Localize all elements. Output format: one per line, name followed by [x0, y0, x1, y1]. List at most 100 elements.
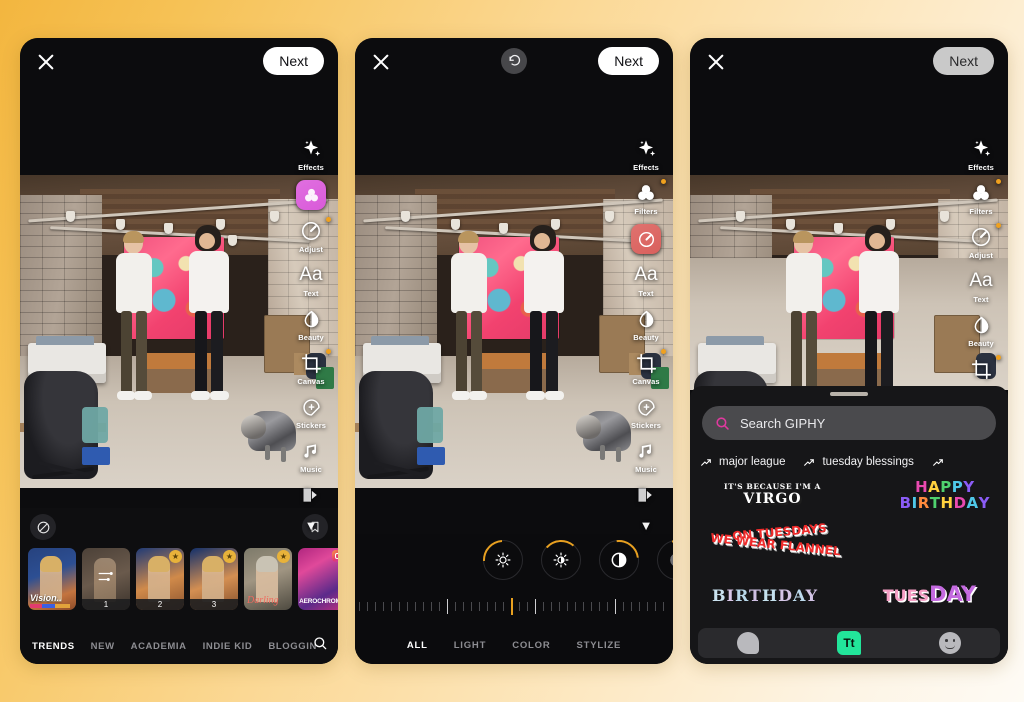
- tool-label: Filters: [969, 207, 993, 216]
- tool-stickers[interactable]: Stickers: [289, 394, 333, 430]
- giphy-text-tab[interactable]: Tt: [837, 631, 861, 655]
- tool-filters[interactable]: Filters: [959, 179, 1003, 216]
- trending-chip-more[interactable]: [932, 456, 951, 469]
- dog-head: [576, 415, 601, 439]
- tool-beauty[interactable]: Beauty: [624, 306, 668, 342]
- emoji-tab[interactable]: [939, 632, 961, 654]
- revert-icon[interactable]: [501, 48, 527, 74]
- sticker-tuesday[interactable]: TUESDAY: [883, 582, 976, 606]
- tool-adjust[interactable]: Adjust: [624, 224, 668, 254]
- track-lamp: [834, 223, 843, 234]
- tool-label: Effects: [633, 163, 659, 172]
- sticker-text: ON TUESDAYS WE WEAR FLANNEL: [710, 521, 845, 558]
- person-shoe: [545, 391, 564, 400]
- tool-text[interactable]: Aa Text: [624, 262, 668, 298]
- filter-thumb-2[interactable]: ★ 2: [136, 548, 184, 610]
- chevron-down-icon[interactable]: ▼: [640, 518, 653, 533]
- crop-icon: [968, 356, 994, 382]
- dial-saturation[interactable]: [649, 532, 673, 588]
- sticker-flannel[interactable]: ON TUESDAYS WE WEAR FLANNEL: [710, 521, 845, 558]
- topbar-1: Next: [20, 38, 338, 86]
- tool-effects[interactable]: Effects: [289, 136, 333, 172]
- tool-stickers[interactable]: Stickers: [624, 394, 668, 430]
- drag-handle[interactable]: [830, 392, 868, 396]
- next-button[interactable]: Next: [933, 47, 994, 75]
- dial-contrast[interactable]: [590, 531, 648, 589]
- adjust-category-tabs: ALL LIGHT COLOR STYLIZE: [355, 634, 673, 656]
- beauty-icon: [633, 306, 659, 332]
- tool-effects[interactable]: Effects: [624, 136, 668, 172]
- tool-music[interactable]: Music: [289, 438, 333, 474]
- tool-text[interactable]: Aa Text: [959, 268, 1003, 304]
- tool-music[interactable]: Music: [624, 438, 668, 474]
- tool-filters[interactable]: Filters: [624, 179, 668, 216]
- adjust-slider[interactable]: [355, 596, 673, 618]
- filter-category-new[interactable]: NEW: [91, 641, 115, 652]
- tool-label: Canvas: [632, 377, 660, 386]
- tt-icon: Tt: [837, 631, 861, 655]
- thumb-figure-hair: [256, 556, 278, 572]
- person-shirt: [524, 251, 564, 313]
- filter-thumb-1[interactable]: 1: [82, 548, 130, 610]
- next-button[interactable]: Next: [263, 47, 324, 75]
- close-icon[interactable]: [34, 50, 58, 74]
- person-shirt: [116, 253, 152, 313]
- tool-adjust[interactable]: Adjust: [959, 223, 1003, 260]
- tool-canvas[interactable]: [959, 355, 1003, 382]
- person-leg: [195, 311, 207, 395]
- person-right: [186, 225, 236, 433]
- chevron-down-icon[interactable]: ▼: [305, 518, 318, 533]
- sticker-virgo[interactable]: IT'S BECAUSE I'M A VIRGO: [724, 482, 821, 507]
- close-icon[interactable]: [704, 50, 728, 74]
- tool-adjust[interactable]: Adjust: [289, 217, 333, 254]
- search-placeholder: Search GIPHY: [740, 415, 826, 431]
- tool-export[interactable]: [624, 482, 668, 508]
- tool-export[interactable]: [289, 482, 333, 508]
- topbar-2: Next: [355, 38, 673, 86]
- filter-thumb-vision[interactable]: Vision..: [28, 548, 76, 610]
- tool-filters[interactable]: Filters: [289, 180, 333, 210]
- dial-icon: [298, 218, 324, 244]
- adjust-category-color[interactable]: COLOR: [512, 640, 550, 651]
- filter-thumb-3[interactable]: ★ 3: [190, 548, 238, 610]
- tool-label: Text: [973, 295, 989, 304]
- tool-canvas[interactable]: Canvas: [289, 349, 333, 386]
- filter-thumb-aerochrome[interactable]: AEROCHROME: [298, 548, 338, 610]
- sticker-birthday[interactable]: BIRTHDAY: [712, 586, 818, 605]
- person-leg: [121, 311, 132, 395]
- filters-icon: [968, 180, 994, 206]
- track-lamp: [116, 219, 125, 230]
- search-icon[interactable]: [312, 635, 328, 656]
- sticker-happy-birthday[interactable]: HAPPY BIRTHDAY: [900, 479, 990, 512]
- tool-beauty[interactable]: Beauty: [289, 306, 333, 342]
- next-button[interactable]: Next: [598, 47, 659, 75]
- dial-brightness[interactable]: [474, 531, 532, 589]
- track-lamp: [66, 211, 75, 222]
- search-input[interactable]: Search GIPHY: [702, 406, 996, 440]
- sticker-tab[interactable]: [737, 632, 759, 654]
- dial-exposure[interactable]: [539, 538, 583, 582]
- sheet-tabbar: Tt: [698, 628, 1000, 658]
- tool-beauty[interactable]: Beauty: [959, 312, 1003, 348]
- trending-chip-tuesday-blessings[interactable]: tuesday blessings: [803, 456, 914, 469]
- adjust-category-stylize[interactable]: STYLIZE: [577, 640, 622, 651]
- tool-canvas[interactable]: Canvas: [624, 349, 668, 386]
- trending-chip-major-league[interactable]: major league: [700, 456, 785, 469]
- text-aa-icon: Aa: [969, 270, 993, 291]
- tool-text[interactable]: Aa Text: [289, 262, 333, 298]
- filter-category-blogging[interactable]: BLOGGIN: [268, 641, 317, 652]
- emoji-smiley-icon: [939, 632, 961, 654]
- adjust-category-light[interactable]: LIGHT: [454, 640, 487, 651]
- filter-category-trends[interactable]: TRENDS: [32, 641, 75, 652]
- no-filter-icon[interactable]: [30, 514, 56, 540]
- close-icon[interactable]: [369, 50, 393, 74]
- filter-thumb-darling[interactable]: ★ Darling: [244, 548, 292, 610]
- tool-label: Music: [635, 465, 657, 474]
- filter-category-academia[interactable]: ACADEMIA: [131, 641, 187, 652]
- adjust-category-all[interactable]: ALL: [407, 640, 428, 651]
- screen-filters: Next Effects Filters: [20, 38, 338, 664]
- filter-thumbnail-strip[interactable]: Vision.. 1 ★ 2 ★ 3 ★ Darling AEROCHRO: [20, 548, 338, 610]
- filter-category-indie-kid[interactable]: INDIE KID: [203, 641, 253, 652]
- tool-effects[interactable]: Effects: [959, 136, 1003, 172]
- track-lamp: [451, 219, 460, 230]
